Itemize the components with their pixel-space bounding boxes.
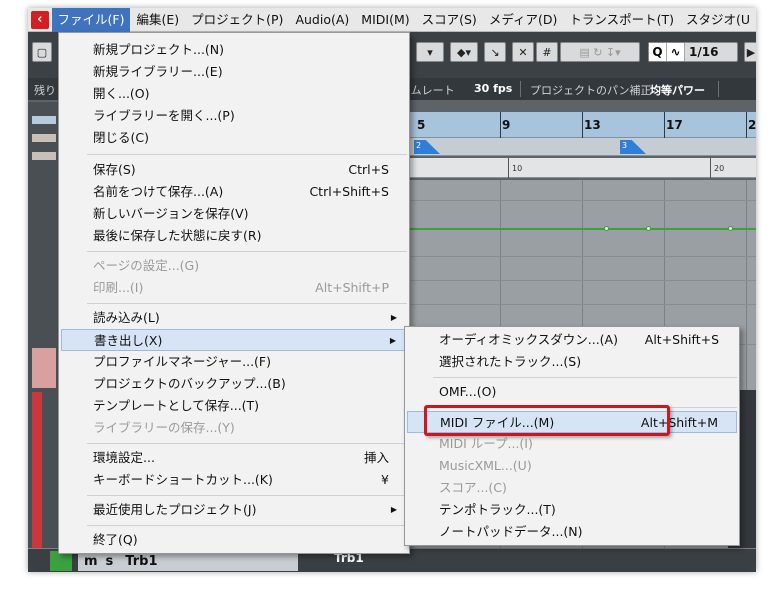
menu-item-save-as[interactable]: 名前をつけて保存...(A) Ctrl+Shift+S [61,181,407,203]
submenu-arrow-icon: ▶ [390,313,397,322]
ruler-bar-number: 9 [502,118,511,132]
menu-item-recent-projects[interactable]: 最近使用したプロジェクト(J) ▶ [61,499,407,521]
menu-audio[interactable]: Audio(A) [289,8,355,32]
select-tool-icon[interactable]: ↘ [484,42,506,62]
solo-button[interactable]: s [106,554,114,569]
snap-type-button[interactable]: ◆▾ [450,42,478,62]
menu-item-open-library[interactable]: ライブラリーを開く...(P) [61,105,407,127]
menu-item-save-library[interactable]: ライブラリーの保存...(Y) [61,417,407,439]
snap-options-button[interactable]: ▤ ↻ ↧▾ [560,42,640,62]
tempo-tick-label: 20 [714,164,725,173]
menu-item-new-project[interactable]: 新規プロジェクト...(N) [61,39,407,61]
track-color-swatch [50,551,72,571]
export-submenu: オーディオミックスダウン...(A) Alt+Shift+S 選択されたトラック.… [404,326,740,546]
track-header[interactable]: m s Trb1 [78,551,298,571]
menu-item-selected-tracks[interactable]: 選択されたトラック...(S) [407,351,737,373]
inspector-tab[interactable] [32,116,56,124]
track-color-swatch [32,392,42,572]
timeline-ruler[interactable]: 5 9 13 17 2 [408,112,756,138]
ruler-bar-number: 2 [748,118,756,132]
menu-item-page-setup[interactable]: ページの設定...(G) [61,255,407,277]
menu-file[interactable]: ファイル(F) [51,8,131,32]
transport-play-icon[interactable]: ▶ [744,42,756,62]
menu-transport[interactable]: トランスポート(T) [563,8,680,32]
file-menu-dropdown: 新規プロジェクト...(N) 新規ライブラリー...(E) 開く...(O) ラ… [58,32,410,554]
menu-studio[interactable]: スタジオ(U [680,8,756,32]
marker-flag[interactable]: 3 [620,140,646,154]
pan-law-label: プロジェクトのパン補正 [530,84,652,97]
menu-item-musicxml[interactable]: MusicXML...(U) [407,455,737,477]
inspector-tab[interactable] [32,134,56,142]
menu-media[interactable]: メディア(D) [483,8,564,32]
close-tool-icon[interactable]: ✕ [512,42,534,62]
menu-item-save-new-version[interactable]: 新しいバージョンを保存(V) [61,203,407,225]
menu-item-revert[interactable]: 最後に保存した状態に戻す(R) [61,225,407,247]
menu-item-close[interactable]: 閉じる(C) [61,127,407,149]
menu-item-save[interactable]: 保存(S) Ctrl+S [61,159,407,181]
track-name: Trb1 [125,553,158,569]
menu-item-print[interactable]: 印刷...(I) Alt+Shift+P [61,277,407,299]
window-layout-button[interactable]: ▢ [32,42,52,62]
tempo-lane[interactable]: 10 20 [408,158,756,178]
highlight-annotation-box [424,405,670,436]
menu-item-preferences[interactable]: 環境設定... 挿入 [61,447,407,469]
menu-item-key-commands[interactable]: キーボードショートカット...(K) ¥ [61,469,407,491]
quantize-wave-icon[interactable]: ∿ [667,43,685,61]
menu-item-export[interactable]: 書き出し(X) ▶ [61,329,407,351]
menu-item-notepad-data[interactable]: ノートパッドデータ...(N) [407,521,737,543]
tempo-tick-label: 10 [512,164,523,173]
menubar: ‹ ファイル(F) 編集(E) プロジェクト(P) Audio(A) MIDI(… [28,8,756,32]
menu-edit[interactable]: 編集(E) [130,8,185,32]
automation-point[interactable] [646,226,651,231]
submenu-arrow-icon: ▶ [389,336,396,345]
ruler-bar-number: 17 [666,118,683,132]
menu-item-tempo-track[interactable]: テンポトラック...(T) [407,499,737,521]
menu-item-quit[interactable]: 終了(Q) [61,529,407,551]
mute-button[interactable]: m [84,554,98,569]
ruler-bar-number: 13 [584,118,601,132]
menu-item-import[interactable]: 読み込み(L) ▶ [61,307,407,329]
automation-line[interactable] [408,228,756,230]
pan-law-value[interactable]: 均等パワー [650,82,705,98]
menu-item-backup-project[interactable]: プロジェクトのバックアップ...(B) [61,373,407,395]
quantize-control[interactable]: Q ∿ 1/16 [648,42,738,62]
marker-lane[interactable]: 2 3 [408,138,756,156]
menu-item-audio-mixdown[interactable]: オーディオミックスダウン...(A) Alt+Shift+S [407,329,737,351]
frame-rate-value[interactable]: 30 fps [474,82,512,95]
inspector-strip [28,102,60,572]
quantize-q-label: Q [649,43,667,61]
menu-item-new-library[interactable]: 新規ライブラリー...(E) [61,61,407,83]
automation-point[interactable] [728,226,733,231]
menu-item-score[interactable]: スコア...(C) [407,477,737,499]
tool-dropdown-button[interactable]: ▾ [416,42,444,62]
menu-score[interactable]: スコア(S) [416,8,483,32]
menu-item-omf[interactable]: OMF...(O) [407,381,737,403]
menu-midi[interactable]: MIDI(M) [355,8,415,32]
submenu-arrow-icon: ▶ [390,505,397,514]
app-logo-icon[interactable]: ‹ [28,8,52,32]
quantize-value[interactable]: 1/16 [685,45,718,59]
inspector-tab[interactable] [32,152,56,160]
menu-item-profile-manager[interactable]: プロファイルマネージャー...(F) [61,351,407,373]
menu-item-open[interactable]: 開く...(O) [61,83,407,105]
menu-project[interactable]: プロジェクト(P) [185,8,289,32]
track-color-swatch [32,348,56,388]
grid-icon[interactable]: # [536,42,558,62]
ruler-bar-number: 5 [417,118,426,132]
remaining-label: 残り [34,84,56,97]
automation-point[interactable] [604,226,609,231]
menu-item-midi-loop[interactable]: MIDI ループ...(I) [407,433,737,455]
menu-item-save-template[interactable]: テンプレートとして保存...(T) [61,395,407,417]
marker-flag[interactable]: 2 [414,140,440,154]
